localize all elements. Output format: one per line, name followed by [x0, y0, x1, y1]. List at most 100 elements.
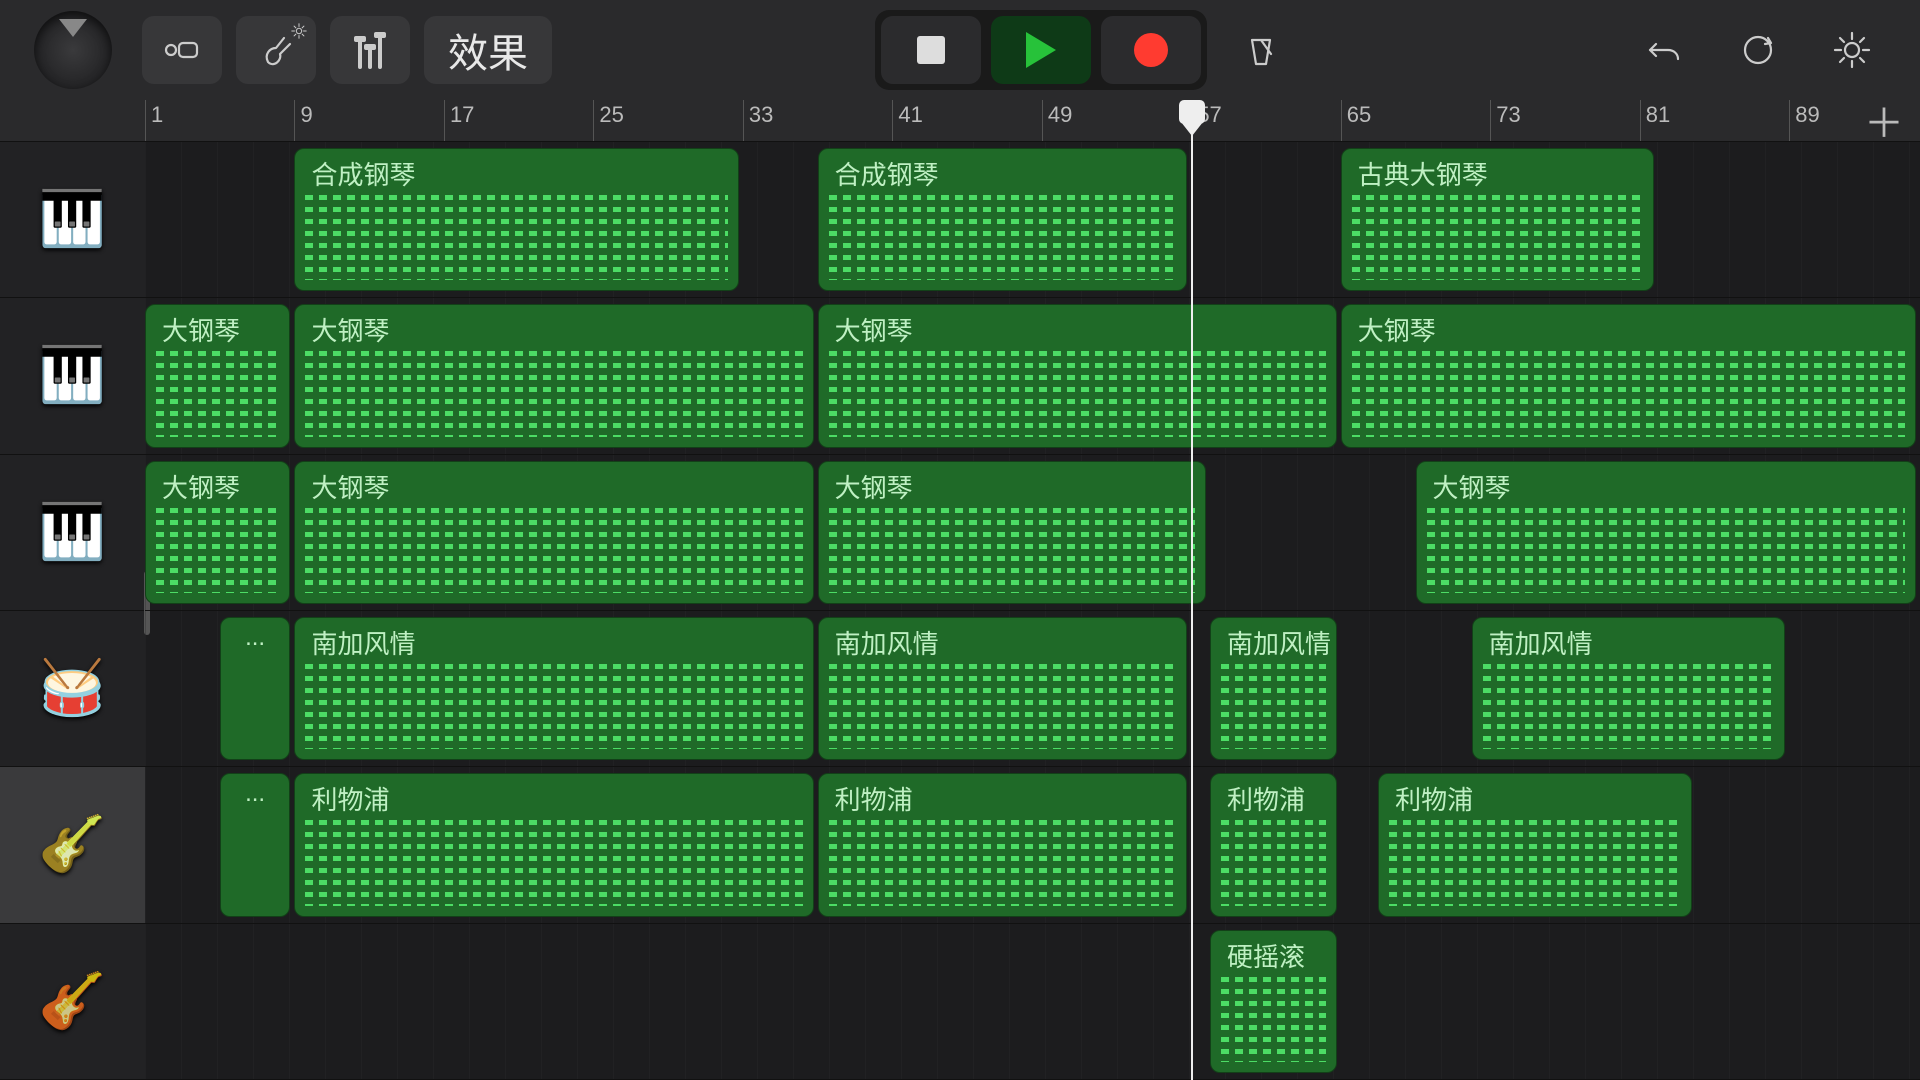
midi-notes [305, 351, 802, 436]
midi-region[interactable]: 大钢琴 [1416, 461, 1916, 604]
ruler-label: 9 [300, 102, 312, 128]
midi-notes [829, 820, 1177, 905]
region-label: 合成钢琴 [835, 155, 1171, 192]
midi-notes [305, 508, 802, 593]
region-label: 大钢琴 [162, 468, 273, 505]
midi-region[interactable]: 大钢琴 [818, 304, 1337, 447]
ruler-label: 17 [450, 102, 474, 128]
undo-icon [1644, 30, 1684, 70]
master-knob[interactable] [18, 0, 128, 100]
ruler[interactable]: ＋ 1917253341495765738189 [145, 100, 1920, 142]
workspace: 🎹🎹🎹🥁🎸🎸 ＋ 1917253341495765738189 合成钢琴合成钢琴… [0, 100, 1920, 1080]
metronome-button[interactable] [1221, 16, 1301, 84]
midi-region[interactable]: 古典大钢琴 [1341, 148, 1655, 291]
playhead[interactable] [1191, 100, 1193, 1080]
region-label: 大钢琴 [311, 311, 796, 348]
track-header[interactable]: 🥁 [0, 611, 145, 767]
midi-notes [1427, 508, 1905, 593]
settings-button[interactable] [1812, 16, 1892, 84]
metronome-icon [1241, 30, 1281, 70]
undo-button[interactable] [1624, 16, 1704, 84]
tracks-view-icon [162, 30, 202, 70]
track-header[interactable]: 🎹 [0, 142, 145, 298]
midi-notes [305, 820, 802, 905]
midi-region[interactable]: 南加风情 [1210, 617, 1337, 760]
loop-icon [1738, 30, 1778, 70]
mixer-button[interactable] [330, 16, 410, 84]
midi-region[interactable]: 合成钢琴 [818, 148, 1188, 291]
gear-icon [1832, 30, 1872, 70]
track-lane[interactable]: 硬摇滚 [145, 924, 1920, 1080]
ruler-label: 89 [1795, 102, 1819, 128]
region-label: 利物浦 [835, 780, 1171, 817]
midi-region[interactable]: 南加风情 [818, 617, 1188, 760]
midi-region[interactable]: 大钢琴 [818, 461, 1206, 604]
midi-region[interactable]: 利物浦 [818, 773, 1188, 916]
timeline[interactable]: ＋ 1917253341495765738189 合成钢琴合成钢琴古典大钢琴大钢… [145, 100, 1920, 1080]
midi-region[interactable]: 利物浦 [1378, 773, 1692, 916]
piano-icon: 🎹 [39, 344, 106, 407]
midi-region[interactable]: ... [220, 773, 291, 916]
midi-notes [829, 195, 1177, 280]
midi-notes [1221, 820, 1326, 905]
region-label: 南加风情 [1227, 624, 1320, 661]
midi-region[interactable]: 合成钢琴 [294, 148, 738, 291]
region-label: 南加风情 [311, 624, 796, 661]
track-lane[interactable]: 大钢琴 大钢琴 大钢琴 大钢琴 [145, 455, 1920, 611]
midi-region[interactable]: 大钢琴 [1341, 304, 1916, 447]
track-header[interactable]: 🎹 [0, 455, 145, 611]
ruler-label: 81 [1646, 102, 1670, 128]
add-track-button[interactable]: ＋ [1864, 104, 1904, 144]
midi-region[interactable]: 南加风情 [1472, 617, 1786, 760]
region-label: 古典大钢琴 [1358, 155, 1638, 192]
bass-icon: 🎸 [39, 813, 106, 876]
fx-button[interactable]: 效果 [424, 16, 552, 84]
region-label: 利物浦 [311, 780, 796, 817]
track-header[interactable]: 🎸 [0, 767, 145, 923]
play-button[interactable] [991, 16, 1091, 84]
ruler-label: 73 [1496, 102, 1520, 128]
track-header[interactable]: 🎹 [0, 298, 145, 454]
piano-icon: 🎹 [39, 501, 106, 564]
track-lane[interactable]: ... 南加风情 南加风情 南加风情 南加风情 [145, 611, 1920, 767]
midi-notes [1352, 195, 1644, 280]
midi-notes [1352, 351, 1905, 436]
midi-notes [829, 664, 1177, 749]
ruler-label: 1 [151, 102, 163, 128]
midi-notes [156, 351, 279, 436]
ruler-label: 41 [898, 102, 922, 128]
midi-region[interactable]: 利物浦 [1210, 773, 1337, 916]
midi-region[interactable]: 硬摇滚 [1210, 930, 1337, 1073]
region-label: 合成钢琴 [311, 155, 721, 192]
midi-notes [1221, 977, 1326, 1062]
mixer-icon [358, 31, 382, 69]
track-lane[interactable]: ... 利物浦 利物浦 利物浦 利物浦 [145, 767, 1920, 923]
piano-icon: 🎹 [39, 188, 106, 251]
gear-small-icon [290, 22, 308, 40]
midi-region[interactable]: 大钢琴 [294, 304, 813, 447]
track-lane[interactable]: 合成钢琴 合成钢琴 古典大钢琴 [145, 142, 1920, 298]
midi-region[interactable]: 大钢琴 [294, 461, 813, 604]
loop-button[interactable] [1718, 16, 1798, 84]
midi-region[interactable]: 利物浦 [294, 773, 813, 916]
region-label: 大钢琴 [162, 311, 273, 348]
view-toggle-button[interactable] [142, 16, 222, 84]
region-label: ... [229, 780, 282, 808]
midi-region[interactable]: 大钢琴 [145, 461, 290, 604]
midi-region[interactable]: 大钢琴 [145, 304, 290, 447]
region-label: 大钢琴 [1433, 468, 1899, 505]
track-header[interactable]: 🎸 [0, 924, 145, 1080]
record-button[interactable] [1101, 16, 1201, 84]
region-label: 大钢琴 [311, 468, 796, 505]
track-lane[interactable]: 大钢琴大钢琴大钢琴大钢琴 [145, 298, 1920, 454]
midi-region[interactable]: 南加风情 [294, 617, 813, 760]
region-label: 大钢琴 [835, 468, 1189, 505]
instrument-settings-button[interactable] [236, 16, 316, 84]
region-label: 利物浦 [1227, 780, 1320, 817]
top-toolbar: 效果 [0, 0, 1920, 100]
stop-button[interactable] [881, 16, 981, 84]
guitar-icon: 🎸 [39, 970, 106, 1033]
region-label: 大钢琴 [835, 311, 1320, 348]
region-label: 南加风情 [835, 624, 1171, 661]
midi-region[interactable]: ... [220, 617, 291, 760]
